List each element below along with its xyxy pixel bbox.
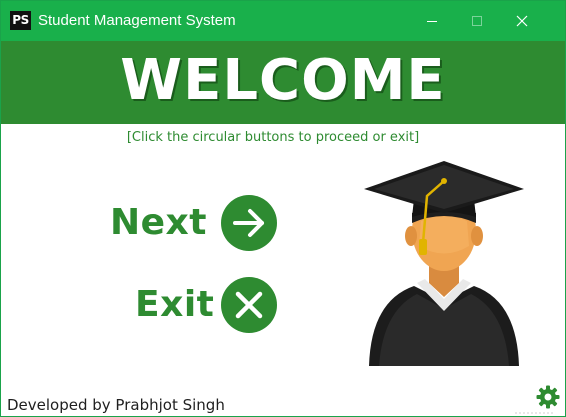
minimize-button[interactable] [409,1,455,41]
maximize-button[interactable] [454,1,500,41]
resize-grip[interactable] [515,410,555,415]
app-icon: PS [10,11,31,30]
close-icon [516,15,528,27]
window-title: Student Management System [38,12,236,29]
developer-credit: Developed by Prabhjot Singh [7,396,225,414]
maximize-icon [472,16,482,26]
next-button[interactable] [221,195,277,251]
arrow-right-icon [233,209,264,237]
next-label: Next [110,202,207,243]
title-bar[interactable]: PS Student Management System [1,1,565,41]
graduate-student-icon [364,161,524,366]
exit-button[interactable] [221,277,277,333]
x-icon [235,291,263,319]
main-window: PS Student Management System WELCOME [Cl… [0,0,566,417]
gear-icon[interactable] [536,385,560,409]
exit-label: Exit [135,284,215,325]
welcome-banner: WELCOME [1,41,565,124]
close-button[interactable] [499,1,545,41]
minimize-icon [427,20,437,22]
banner-title: WELCOME [120,48,446,113]
instruction-text: [Click the circular buttons to proceed o… [126,130,420,145]
